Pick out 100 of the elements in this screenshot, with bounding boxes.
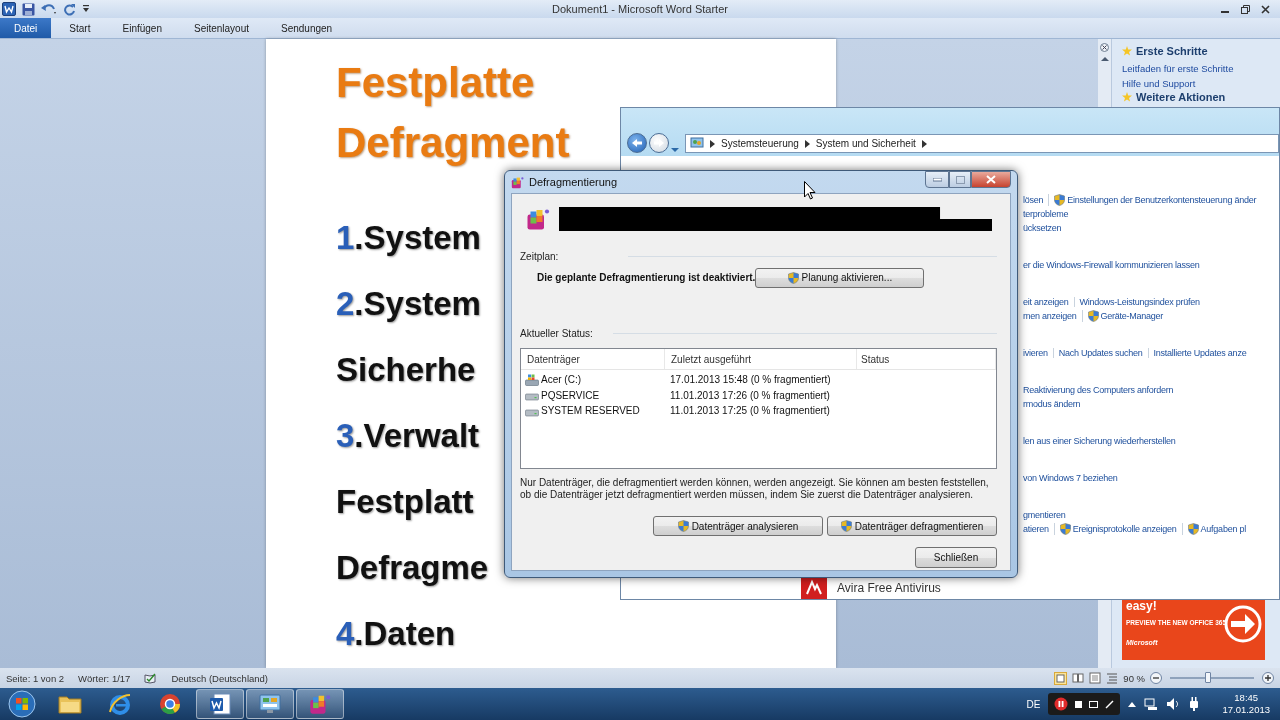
column-header[interactable]: Status (857, 349, 996, 369)
taskbar-clock[interactable]: 18:45 17.01.2013 (1222, 692, 1270, 716)
network-icon[interactable] (1144, 697, 1159, 711)
settings-link[interactable]: atieren (1023, 524, 1049, 534)
reading-view-icon[interactable] (1072, 672, 1085, 684)
last-run-cell-text: 11.01.2013 17:25 (0 % fragmentiert) (669, 405, 831, 417)
redo-icon[interactable] (63, 2, 76, 16)
ribbon-tab[interactable]: Einfügen (108, 18, 176, 38)
ribbon-tab[interactable]: Datei (0, 18, 52, 38)
defrag-app-icon (309, 693, 331, 715)
customize-caret-icon[interactable] (82, 4, 90, 14)
settings-link[interactable]: len aus einer Sicherung wiederherstellen (1023, 436, 1176, 446)
shield-icon (1087, 310, 1099, 322)
settings-link[interactable]: Installierte Updates anze (1147, 348, 1247, 358)
settings-link[interactable]: ivieren (1023, 348, 1048, 358)
drive-name: Acer (C:) (541, 374, 581, 386)
document-heading: Festplatte (336, 58, 535, 108)
scroll-up-icon[interactable] (1100, 56, 1109, 62)
ribbon-tab[interactable]: Start (55, 18, 105, 38)
browser-ring-icon[interactable] (158, 692, 182, 716)
back-button[interactable] (627, 133, 647, 153)
settings-link[interactable]: Reaktivierung des Computers anfordern (1023, 385, 1174, 395)
close-button[interactable] (971, 171, 1011, 188)
settings-link[interactable]: er die Windows-Firewall kommunizieren lassen (1023, 260, 1200, 270)
settings-link[interactable]: Ereignisprotokolle anzeigen (1053, 523, 1177, 535)
word-logo-icon[interactable] (2, 2, 16, 16)
drive-row[interactable]: SYSTEM RESERVED 11.01.2013 17:25 (0 % fragmentiert) (521, 403, 996, 419)
section-label: Zeitplan: (520, 250, 559, 262)
column-header[interactable]: Zuletzt ausgeführt (665, 349, 857, 369)
disk-action-button[interactable]: Datenträger defragmentieren (827, 516, 997, 536)
history-caret-icon[interactable] (671, 147, 679, 153)
web-layout-view-icon[interactable] (1089, 672, 1102, 684)
settings-link[interactable]: rmodus ändern (1023, 399, 1081, 409)
control-panel-icon[interactable] (258, 692, 282, 716)
taskbar-app-button[interactable] (196, 689, 244, 719)
settings-link[interactable]: Einstellungen der Benutzerkontensteuerung änder (1048, 194, 1257, 206)
settings-link[interactable]: Nach Updates suchen (1052, 348, 1143, 358)
defrag-title-icon (511, 175, 524, 189)
page-count[interactable]: Seite: 1 von 2 (6, 672, 65, 684)
word-count[interactable]: Wörter: 1/17 (78, 672, 131, 684)
forward-button[interactable] (649, 133, 669, 153)
settings-link[interactable]: lösen (1023, 195, 1044, 205)
tray-expand-icon[interactable] (1128, 701, 1137, 707)
close-dialog-button[interactable]: Schließen (915, 547, 997, 568)
document-heading: Defragment (336, 119, 570, 167)
settings-link[interactable]: gmentieren (1023, 510, 1066, 520)
pause-icon[interactable] (1054, 697, 1069, 711)
clock-date: 17.01.2013 (1222, 704, 1270, 716)
settings-link[interactable]: von Windows 7 beziehen (1023, 473, 1118, 483)
save-icon[interactable] (22, 2, 35, 16)
folder-icon[interactable] (58, 693, 82, 715)
breadcrumb-link[interactable]: Systemsteuerung (721, 138, 799, 149)
maximize-button[interactable] (949, 171, 971, 188)
drive-row[interactable]: PQSERVICE 11.01.2013 17:26 (0 % fragmentiert) (521, 387, 996, 403)
close-pane-icon[interactable] (1100, 43, 1109, 52)
ribbon-tab[interactable]: Seitenlayout (179, 18, 263, 38)
back-arrow-icon (631, 138, 643, 148)
browser-e-icon[interactable] (108, 692, 132, 716)
frame-icon[interactable] (1089, 700, 1099, 708)
zoom-slider-thumb[interactable] (1205, 672, 1212, 683)
drive-row[interactable]: Acer (C:) 17.01.2013 15:48 (0 % fragmentiert) (521, 372, 996, 388)
settings-link[interactable]: Geräte-Manager (1081, 310, 1164, 322)
pane-title: Weitere Aktionen (1136, 91, 1226, 103)
settings-link[interactable]: terprobleme (1023, 209, 1069, 219)
document-line: 4.Daten (336, 614, 456, 654)
pane-link[interactable]: Leitfaden für erste Schritte (1122, 61, 1280, 76)
settings-link[interactable]: Windows-Leistungsindex prüfen (1073, 297, 1200, 307)
zoom-out-icon[interactable] (1150, 672, 1162, 684)
input-language[interactable]: DE (1026, 698, 1041, 710)
settings-link[interactable]: ücksetzen (1023, 223, 1062, 233)
forward-arrow-icon (653, 138, 665, 148)
stop-icon[interactable] (1075, 700, 1083, 708)
recorder-toolbar[interactable] (1048, 693, 1121, 715)
breadcrumb-link[interactable]: System und Sicherheit (815, 138, 916, 149)
pen-icon[interactable] (1105, 699, 1115, 709)
settings-link[interactable]: men anzeigen (1023, 311, 1077, 321)
enable-schedule-button[interactable]: Planung aktivieren... (755, 267, 925, 288)
document-app-icon[interactable] (208, 692, 232, 716)
zoom-percent[interactable]: 90 % (1123, 672, 1145, 684)
pane-link[interactable]: Hilfe und Support (1122, 76, 1280, 91)
taskbar-app-button[interactable] (296, 689, 344, 719)
document-line: Festplatt (336, 482, 474, 522)
settings-link[interactable]: eit anzeigen (1023, 297, 1069, 307)
ribbon-tab[interactable]: Sendungen (267, 18, 347, 38)
language-status[interactable]: Deutsch (Deutschland) (171, 672, 269, 684)
taskbar-app-button[interactable] (246, 689, 294, 719)
power-plug-icon[interactable] (1188, 697, 1201, 711)
address-bar[interactable]: Systemsteuerung System und Sicherheit (685, 134, 1279, 153)
proofing-book-icon[interactable] (144, 672, 158, 684)
restore-icon (1240, 4, 1250, 14)
control-panel-small-icon (690, 137, 704, 150)
column-header[interactable]: Datenträger (521, 349, 665, 369)
program-title[interactable]: Avira Free Antivirus (837, 581, 941, 595)
disk-action-button[interactable]: Datenträger analysieren (653, 516, 823, 536)
zoom-in-icon[interactable] (1262, 672, 1274, 684)
mouse-pointer-icon (804, 181, 816, 200)
undo-icon[interactable] (41, 3, 57, 15)
settings-link[interactable]: Aufgaben pl (1181, 523, 1246, 535)
section-label: Aktueller Status: (520, 327, 593, 339)
speaker-icon[interactable] (1166, 697, 1181, 711)
